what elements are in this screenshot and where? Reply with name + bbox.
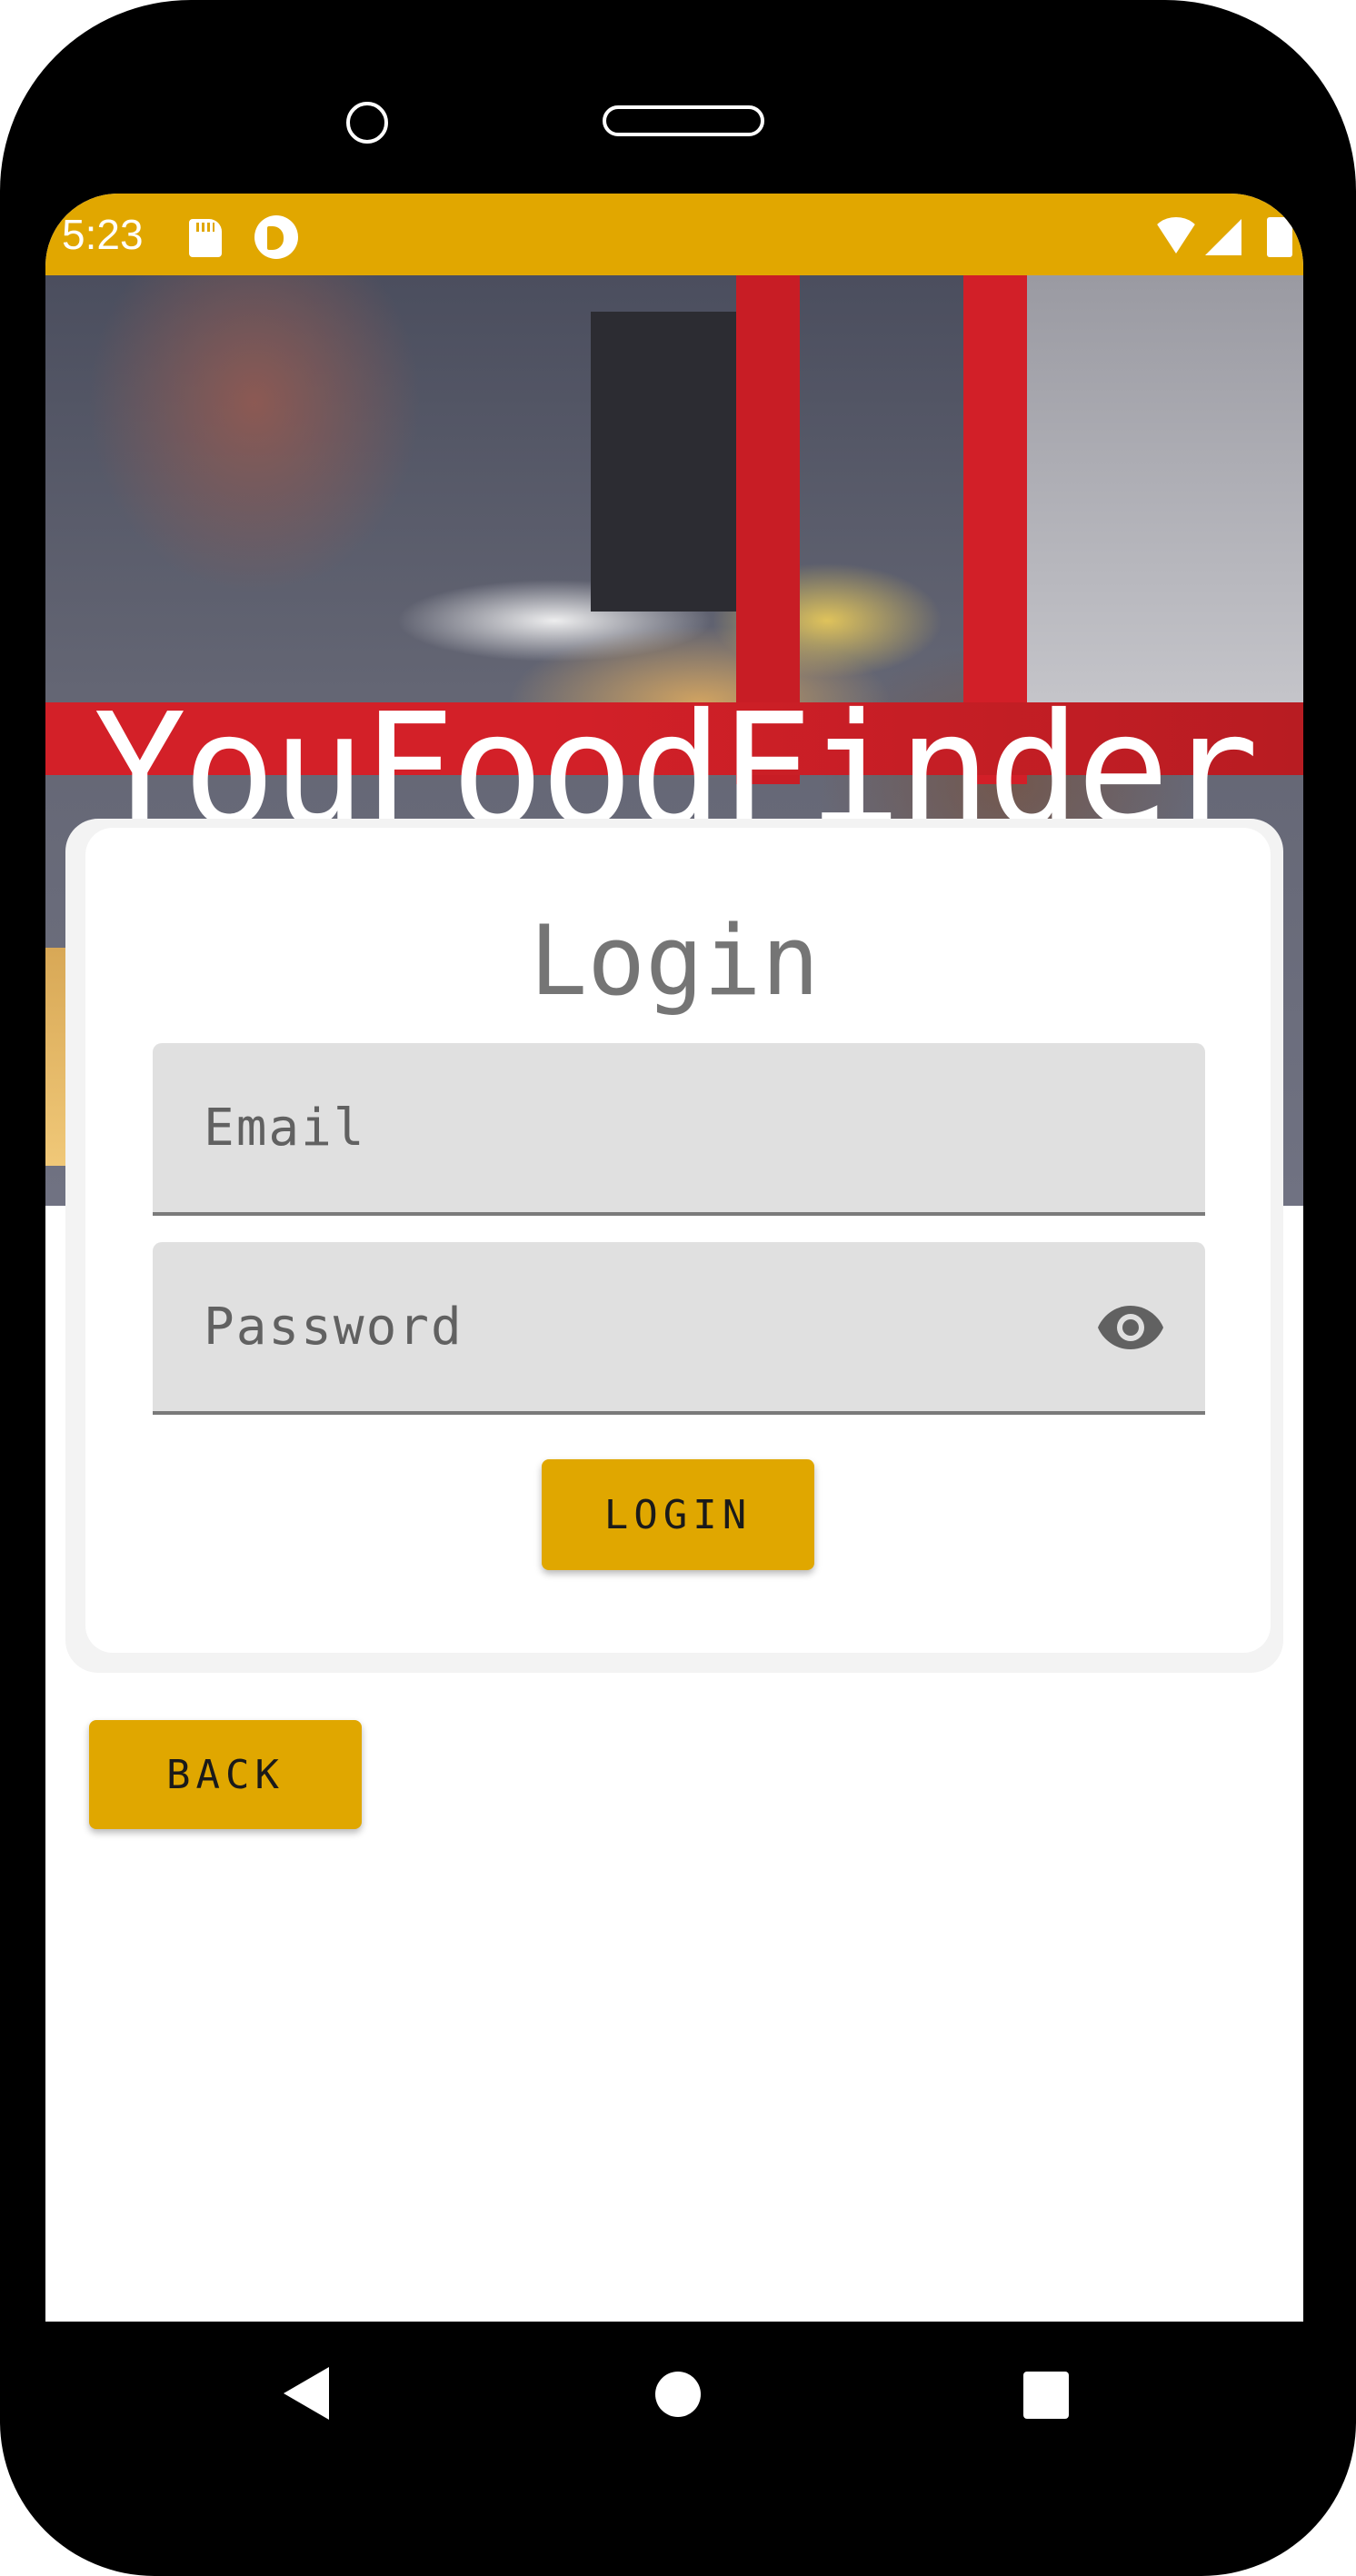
app-screen: 5:23 YouFoodFinder Login Email LOGIN BAC… (45, 194, 1303, 2322)
sd-card-icon (189, 219, 222, 257)
login-title: Login (529, 905, 820, 1017)
password-input[interactable] (153, 1242, 1205, 1411)
recents-square-icon[interactable] (1023, 2372, 1069, 2419)
device-frame: 5:23 YouFoodFinder Login Email LOGIN BAC… (0, 0, 1356, 2576)
password-field[interactable] (153, 1242, 1205, 1415)
email-field[interactable] (153, 1043, 1205, 1216)
hero-image-detail (591, 312, 736, 612)
status-time: 5:23 (62, 211, 144, 258)
battery-icon (1267, 217, 1292, 257)
back-triangle-icon[interactable] (284, 2367, 329, 2420)
cell-signal-icon (1205, 219, 1241, 255)
app-notification-icon (254, 215, 298, 259)
email-input[interactable] (153, 1043, 1205, 1212)
wifi-icon (1152, 217, 1200, 254)
phone-body: 5:23 YouFoodFinder Login Email LOGIN BAC… (0, 0, 1356, 2576)
earpiece-speaker (603, 105, 764, 136)
eye-icon[interactable] (1096, 1304, 1165, 1351)
home-circle-icon[interactable] (655, 2372, 701, 2417)
hero-image-detail (1027, 275, 1303, 730)
status-bar: 5:23 (45, 194, 1303, 275)
login-button[interactable]: LOGIN (542, 1459, 814, 1570)
front-camera (346, 102, 388, 144)
back-button[interactable]: BACK (89, 1720, 362, 1829)
